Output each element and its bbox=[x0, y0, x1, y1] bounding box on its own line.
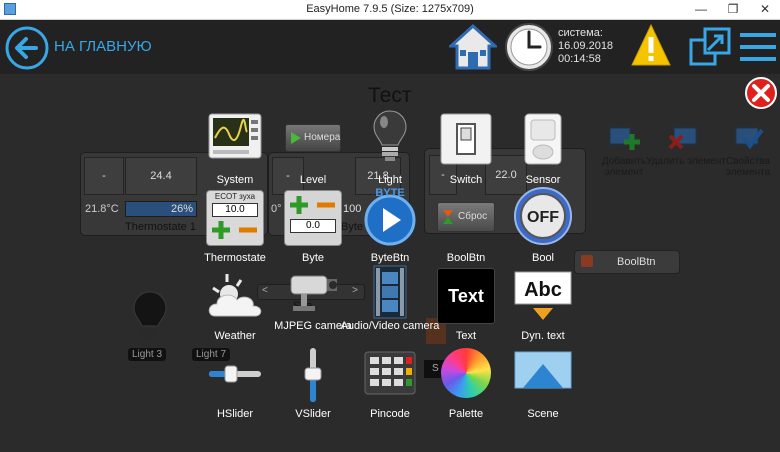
system-clock: система: 16.09.2018 00:14:58 bbox=[558, 27, 613, 66]
thermostat-icon-label: ECOT зуха bbox=[214, 192, 256, 201]
home-link[interactable]: НА ГЛАВНУЮ bbox=[54, 38, 152, 55]
back-arrow-icon[interactable] bbox=[4, 25, 50, 71]
palette-icon bbox=[441, 348, 491, 398]
dyn-text-icon: Abc bbox=[514, 271, 572, 320]
text-icon: Text bbox=[437, 268, 495, 324]
minimize-button[interactable]: — bbox=[686, 0, 716, 19]
boolbtn-icon-text: Сброс bbox=[458, 211, 488, 222]
bytebtn-icon: BYTE bbox=[364, 187, 416, 246]
warning-icon[interactable] bbox=[630, 22, 672, 68]
system-date: 16.09.2018 bbox=[558, 40, 614, 52]
window-titlebar: EasyHome 7.9.5 (Size: 1275x709) — ❐ ✕ bbox=[0, 0, 780, 20]
system-label: система: bbox=[558, 27, 603, 39]
palette-item-weather[interactable]: Weather bbox=[193, 270, 277, 350]
page-title: Тест bbox=[368, 84, 412, 107]
plus-minus-icon bbox=[212, 221, 257, 239]
level-icon: Номера bbox=[285, 124, 341, 152]
av-camera-icon bbox=[373, 265, 407, 319]
level-icon-text: Номера bbox=[304, 132, 341, 143]
palette-item-bool[interactable]: OFF Bool bbox=[501, 186, 585, 266]
sensor-icon bbox=[524, 113, 562, 165]
thermostat-percent: 26% bbox=[171, 203, 194, 215]
clock-icon bbox=[505, 23, 553, 71]
thermostat-temp: 21.8°C bbox=[85, 203, 119, 215]
thermostat-icon: ECOT зуха 10.0 bbox=[206, 190, 264, 246]
element-properties-label: Свойства элемента bbox=[725, 156, 771, 178]
palette-item-scene[interactable]: Scene bbox=[501, 350, 585, 430]
lightbulb-icon bbox=[373, 110, 407, 161]
restore-button[interactable]: ❐ bbox=[718, 0, 748, 19]
weather-icon bbox=[208, 274, 262, 317]
add-element-button[interactable]: Добавить элемент bbox=[594, 124, 654, 178]
level-arrow-icon bbox=[291, 132, 301, 144]
window-close-button[interactable]: ✕ bbox=[750, 0, 780, 19]
palette-item-mjpeg-camera[interactable]: MJPEG camera bbox=[271, 268, 355, 348]
boolbtn-widget-label: BoolBtn bbox=[617, 256, 656, 268]
dyn-text-icon-text: Abc bbox=[524, 279, 562, 301]
menu-icon[interactable] bbox=[738, 30, 778, 64]
bool-icon: OFF bbox=[514, 187, 572, 245]
thermostat-minus: - bbox=[84, 157, 124, 195]
bool-icon-text: OFF bbox=[527, 209, 559, 226]
light-bulb-off-icon bbox=[133, 291, 167, 338]
add-element-icon bbox=[609, 127, 640, 150]
vslider-icon bbox=[304, 348, 322, 402]
thermostat-name: Thermostate 1 bbox=[125, 221, 196, 233]
bytebtn-icon-text: BYTE bbox=[375, 187, 404, 199]
delete-element-button[interactable]: Удалить элемент bbox=[646, 124, 726, 174]
home-icon[interactable] bbox=[449, 24, 497, 70]
top-bar: НА ГЛАВНУЮ система: 16.09.2018 00:14:58 bbox=[0, 20, 780, 74]
system-time: 00:14:58 bbox=[558, 53, 601, 65]
boolbtn-icon: Сброс bbox=[437, 202, 495, 232]
delete-element-icon bbox=[668, 127, 697, 150]
system-monitor-icon bbox=[208, 113, 262, 159]
pincode-icon bbox=[364, 351, 416, 395]
hourglass-icon bbox=[443, 210, 453, 224]
hslider-icon bbox=[209, 365, 261, 383]
element-properties-icon bbox=[735, 127, 764, 150]
scene-icon bbox=[514, 351, 572, 389]
palette-label-dyn-text: Dyn. text bbox=[521, 330, 565, 342]
byte-icon: 0.0 bbox=[284, 190, 342, 246]
palette-label-scene: Scene bbox=[527, 408, 559, 420]
fullscreen-icon[interactable] bbox=[688, 26, 732, 68]
window-title: EasyHome 7.9.5 (Size: 1275x709) bbox=[306, 3, 474, 15]
palette-item-sensor[interactable]: Sensor bbox=[501, 112, 585, 192]
thermostat-icon-value: 10.0 bbox=[212, 203, 258, 217]
element-properties-button[interactable]: Свойства элемента bbox=[718, 124, 778, 178]
palette-label-sensor: Sensor bbox=[525, 174, 561, 186]
palette-label-bool: Bool bbox=[531, 252, 555, 264]
mjpeg-camera-icon bbox=[290, 275, 337, 311]
close-icon[interactable] bbox=[744, 76, 778, 110]
switch-icon bbox=[440, 113, 492, 165]
palette-item-dyn-text[interactable]: Abc Dyn. text bbox=[501, 270, 585, 350]
light-3-label: Light 3 bbox=[128, 348, 167, 361]
byte-plus-minus-icon bbox=[290, 196, 335, 214]
byte-icon-value: 0.0 bbox=[290, 219, 336, 233]
